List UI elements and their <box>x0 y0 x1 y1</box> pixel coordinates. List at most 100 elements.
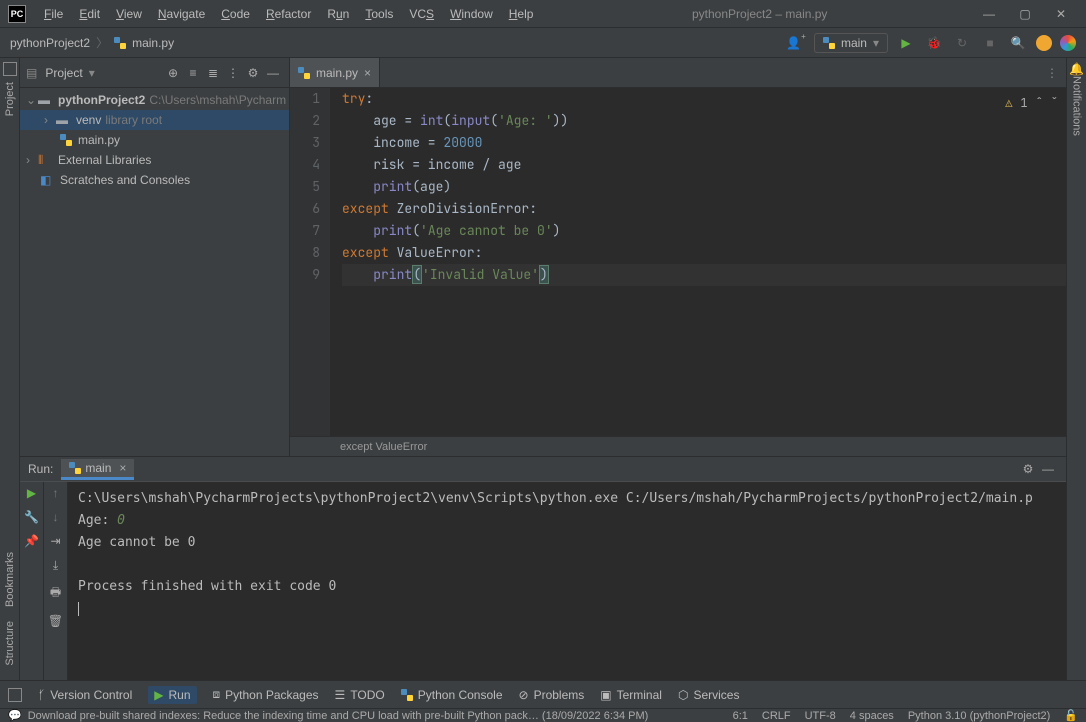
close-icon[interactable]: × <box>119 461 126 475</box>
wrap-button[interactable]: ⇥ <box>50 534 60 548</box>
python-console-tool[interactable]: Python Console <box>401 688 503 702</box>
print-button[interactable]: 🖶 <box>50 583 61 604</box>
inspections-badge[interactable]: ⚠ 1 ˆ ˇ <box>1005 92 1058 114</box>
code-with-me-icon[interactable] <box>1060 35 1076 51</box>
menu-vcs[interactable]: VCS <box>403 5 440 23</box>
clear-button[interactable]: 🗑 <box>48 614 63 628</box>
menu-tools[interactable]: Tools <box>359 5 399 23</box>
tree-file[interactable]: main.py <box>20 130 289 150</box>
tree-venv-name: venv <box>76 113 101 127</box>
run-coverage-button[interactable]: ↻ <box>952 33 972 53</box>
menu-help[interactable]: Help <box>503 5 540 23</box>
python-icon <box>69 462 81 474</box>
chevron-down-icon[interactable]: ˇ <box>1051 92 1058 114</box>
problems-icon: ⊘ <box>519 688 529 702</box>
minimize-button[interactable]: — <box>980 7 998 21</box>
maximize-button[interactable]: ▢ <box>1016 7 1034 21</box>
paren-highlight: ) <box>539 265 549 284</box>
run-tab[interactable]: main × <box>61 459 134 480</box>
encoding[interactable]: UTF-8 <box>805 710 836 722</box>
code-content[interactable]: try: age = int(input('Age: ')) income = … <box>330 88 1066 436</box>
structure-tool-button[interactable]: Structure <box>4 621 16 666</box>
notifications-icon[interactable]: 🔔 <box>1069 62 1084 76</box>
expand-all-button[interactable]: ≡ <box>183 63 203 83</box>
cursor-position[interactable]: 6:1 <box>733 710 748 722</box>
hide-button[interactable]: — <box>263 63 283 83</box>
services-icon: ⬡ <box>678 688 688 702</box>
tree-ext-libs[interactable]: › ⦀ External Libraries <box>20 150 289 170</box>
close-button[interactable]: ✕ <box>1052 7 1070 21</box>
close-tab-button[interactable]: × <box>364 66 371 80</box>
gear-icon[interactable]: ⚙ <box>1018 459 1038 479</box>
menu-refactor[interactable]: Refactor <box>260 5 317 23</box>
window-icon[interactable] <box>3 62 17 76</box>
problems-tool[interactable]: ⊘Problems <box>519 688 585 702</box>
tree-root[interactable]: ⌄ ▬ pythonProject2 C:\Users\mshah\Pychar… <box>20 90 289 110</box>
chevron-icon: 〉 <box>96 34 108 51</box>
breadcrumb-file[interactable]: main.py <box>132 36 174 50</box>
chevron-down-icon[interactable]: ▾ <box>89 66 95 80</box>
run-button[interactable]: ▶ <box>896 33 916 53</box>
scroll-button[interactable]: ⤓ <box>53 558 58 573</box>
notifications-tool-button[interactable]: Notifications <box>1071 76 1083 136</box>
menu-edit[interactable]: Edit <box>73 5 106 23</box>
event-log-icon[interactable]: 💬 <box>8 709 22 722</box>
scratches-icon: ◧ <box>40 173 56 187</box>
code-editor[interactable]: 1 2 3 4 5 6 7 8 9 try: age = int(input('… <box>290 88 1066 436</box>
python-icon <box>823 37 835 49</box>
rerun-button[interactable]: ▶ <box>27 486 36 500</box>
menu-window[interactable]: Window <box>444 5 499 23</box>
stop-button[interactable]: ■ <box>980 33 1000 53</box>
menu-run[interactable]: Run <box>321 5 355 23</box>
packages-icon: ⧈ <box>213 687 221 702</box>
menu-code[interactable]: Code <box>215 5 256 23</box>
editor-breadcrumb[interactable]: except ValueError <box>290 436 1066 456</box>
up-button[interactable]: ↑ <box>53 486 59 500</box>
bookmarks-tool-button[interactable]: Bookmarks <box>4 552 16 607</box>
menu-view[interactable]: View <box>110 5 148 23</box>
project-tree[interactable]: ⌄ ▬ pythonProject2 C:\Users\mshah\Pychar… <box>20 88 289 456</box>
todo-tool[interactable]: ☰TODO <box>335 688 385 702</box>
collapse-all-button[interactable]: ≣ <box>203 63 223 83</box>
gear-icon[interactable]: ⚙ <box>243 63 263 83</box>
line-gutter[interactable]: 1 2 3 4 5 6 7 8 9 <box>290 88 330 436</box>
terminal-icon: ▣ <box>600 688 611 702</box>
tree-scratches[interactable]: ◧ Scratches and Consoles <box>20 170 289 190</box>
line-ending[interactable]: CRLF <box>762 710 791 722</box>
debug-button[interactable]: 🐞 <box>924 33 944 53</box>
more-icon[interactable]: ⋮ <box>223 63 243 83</box>
services-tool[interactable]: ⬡Services <box>678 688 740 702</box>
project-tool-button[interactable]: Project <box>4 82 16 116</box>
window-icon[interactable] <box>8 688 22 702</box>
menu-file[interactable]: File <box>38 5 69 23</box>
menu-navigate[interactable]: Navigate <box>152 5 211 23</box>
main-menu: File Edit View Navigate Code Refactor Ru… <box>38 5 539 23</box>
packages-tool[interactable]: ⧈Python Packages <box>213 687 319 702</box>
status-message[interactable]: Download pre-built shared indexes: Reduc… <box>28 710 649 722</box>
cursor <box>78 602 79 616</box>
indent[interactable]: 4 spaces <box>850 710 894 722</box>
hide-run-button[interactable]: — <box>1038 459 1058 479</box>
breadcrumb-root[interactable]: pythonProject2 <box>10 36 90 50</box>
interpreter[interactable]: Python 3.10 (pythonProject2) <box>908 710 1050 722</box>
console-output[interactable]: C:\Users\mshah\PycharmProjects\pythonPro… <box>68 482 1066 680</box>
terminal-tool[interactable]: ▣Terminal <box>600 688 662 702</box>
tree-venv[interactable]: › ▬ venv library root <box>20 110 289 130</box>
editor-tab[interactable]: main.py × <box>290 58 380 87</box>
more-icon[interactable]: ⋮ <box>1046 66 1058 80</box>
search-button[interactable]: 🔍 <box>1008 33 1028 53</box>
ide-update-icon[interactable] <box>1036 35 1052 51</box>
select-opened-file-button[interactable]: ⊕ <box>163 63 183 83</box>
project-pane-title[interactable]: Project <box>45 66 82 80</box>
pin-button[interactable]: 📌 <box>24 534 39 548</box>
vcs-tool[interactable]: ᚶVersion Control <box>38 688 132 702</box>
python-file-icon <box>114 37 126 49</box>
run-tool[interactable]: ▶Run <box>148 686 196 704</box>
chevron-up-icon[interactable]: ˆ <box>1036 92 1043 114</box>
title-bar: PC File Edit View Navigate Code Refactor… <box>0 0 1086 28</box>
run-config-dropdown[interactable]: main ▾ <box>814 33 888 53</box>
down-button[interactable]: ↓ <box>53 510 59 524</box>
add-user-icon[interactable]: 👤+ <box>786 33 806 53</box>
edit-config-button[interactable]: 🔧 <box>24 510 39 524</box>
lock-icon[interactable]: 🔓 <box>1064 709 1078 722</box>
